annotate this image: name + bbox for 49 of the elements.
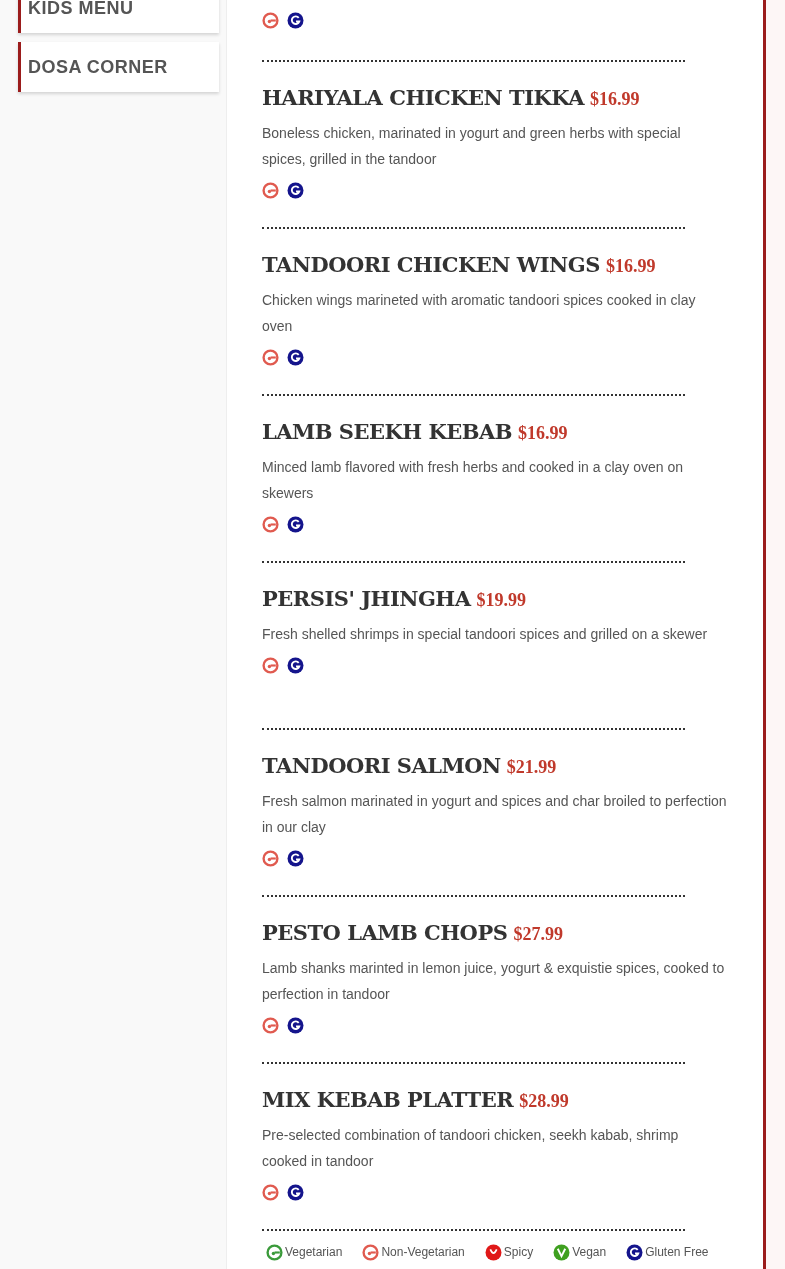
legend-label: Vegetarian (285, 1244, 343, 1261)
non-veg-icon (262, 181, 279, 199)
dish-description: Lamb shanks marinted in lemon juice, yogurt & exquistie spices, cooked to perfection in tandoor (262, 958, 726, 1004)
non-veg-icon (262, 515, 279, 533)
dish-price: $21.99 (506, 756, 557, 779)
veg-icon (266, 1243, 283, 1261)
non-veg-icon (262, 849, 279, 867)
legend-label: Gluten Free (645, 1244, 709, 1261)
dish-description: Fresh shelled shrimps in special tandoori spices and grilled on a skewer (262, 624, 709, 644)
gluten-free-icon (626, 1243, 644, 1261)
gluten-free-icon (287, 181, 304, 199)
gluten-free-icon (287, 348, 304, 366)
dish-price: $19.99 (476, 589, 526, 612)
dish-description: Minced lamb flavored with fresh herbs and cooked in a clay oven on skewers (262, 457, 684, 503)
non-veg-icon (262, 12, 279, 29)
dish-description: Chicken wings marineted with aromatic tandoori spices cooked in clay oven (262, 290, 697, 336)
spicy-icon (484, 1243, 502, 1261)
gluten-free-icon (287, 1016, 304, 1034)
dish-name: LAMB SEEKH KEBAB (262, 418, 512, 446)
gluten-free-icon (287, 1183, 304, 1201)
non-veg-icon (262, 656, 279, 674)
dish-price: $28.99 (519, 1090, 569, 1113)
dish-description: Pre-selected combination of tandoori chicken, seekh kabab, shrimp cooked in tandoor (262, 1125, 680, 1171)
sidebar-item[interactable]: DOSA CORNER (18, 42, 219, 92)
gluten-free-icon (287, 515, 304, 533)
legend-label: Non-Vegetarian (381, 1244, 465, 1261)
non-veg-icon (262, 1183, 279, 1201)
dish-name: HARIYALA CHICKEN TIKKA (262, 84, 584, 112)
gluten-free-icon (287, 12, 304, 29)
gluten-free-icon (287, 849, 304, 867)
vegan-icon (553, 1243, 571, 1261)
dish-price: $27.99 (513, 923, 563, 946)
dish-name: PESTO LAMB CHOPS (262, 919, 508, 947)
non-veg-icon (262, 348, 279, 366)
dish-description: Fresh salmon marinated in yogurt and spices and char broiled to perfection in our clay (262, 791, 728, 837)
dish-price: $16.99 (518, 422, 568, 445)
non-veg-icon (262, 1016, 279, 1034)
dish-name: MIX KEBAB PLATTER (262, 1086, 514, 1114)
non-veg-icon (362, 1243, 380, 1261)
sidebar-item[interactable]: KIDS MENU (18, 0, 219, 33)
legend-label: Vegan (572, 1244, 607, 1261)
dish-name: TANDOORI SALMON (262, 752, 501, 780)
dish-description: Boneless chicken, marinated in yogurt and green herbs with special spices, grilled in the tandoor (262, 123, 682, 169)
dish-name: PERSIS' JHINGHA (262, 585, 471, 613)
dish-price: $16.99 (605, 255, 656, 278)
dish-price: $16.99 (590, 88, 640, 111)
gluten-free-icon (287, 656, 304, 674)
legend-label: Spicy (503, 1244, 534, 1261)
dish-name: TANDOORI CHICKEN WINGS (262, 251, 600, 279)
